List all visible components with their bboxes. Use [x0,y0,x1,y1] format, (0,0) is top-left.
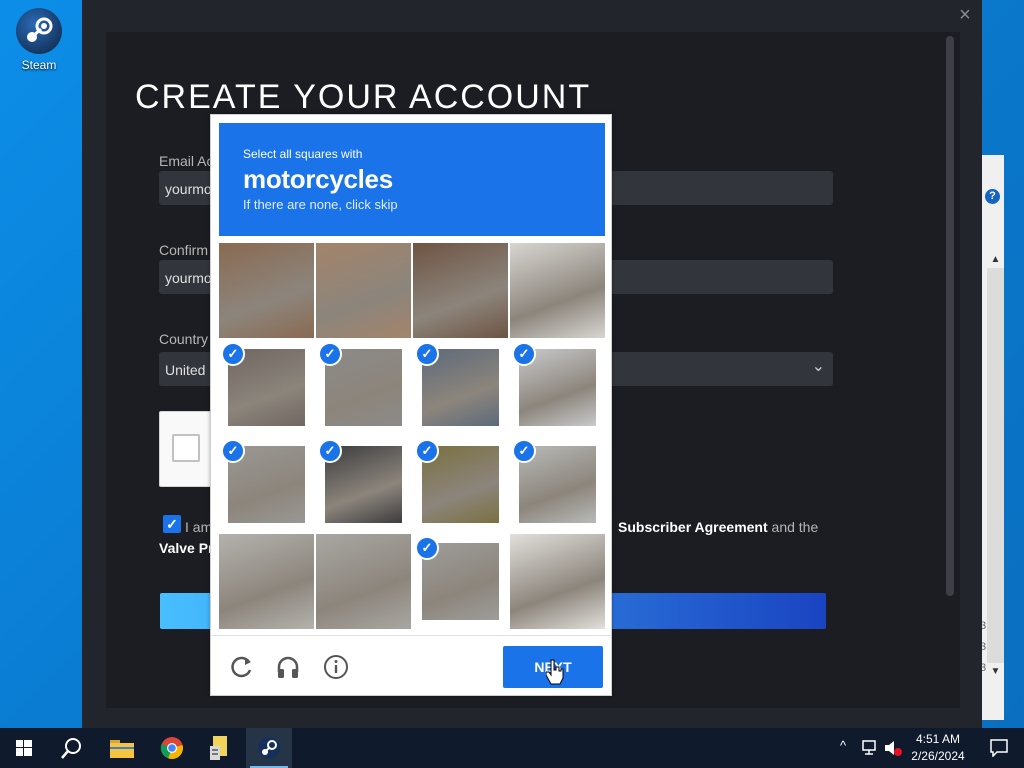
confirm-email-label: Confirm [159,242,209,258]
country-value: United [165,362,206,378]
steam-icon [258,737,280,759]
challenge-tile[interactable] [316,534,411,629]
start-button[interactable] [0,728,46,768]
panel-scrollbar[interactable] [946,36,954,596]
chrome-icon [160,737,183,760]
taskbar: ^ 4:51 AM 2/26/2024 [0,728,1024,768]
clock-date: 2/26/2024 [911,749,965,763]
challenge-tile[interactable]: ✓ [510,340,605,435]
challenge-tile[interactable] [316,243,411,338]
taskbar-app[interactable] [197,728,243,768]
reload-icon[interactable] [229,654,255,680]
steam-icon [16,8,62,54]
desktop-shortcut-label: Steam [21,58,57,72]
tile-image [316,243,411,338]
network-icon [862,740,876,755]
clock-time: 4:51 AM [915,732,961,746]
agreement-text-link-line: Subscriber Agreement and the [618,519,818,535]
taskbar-steam[interactable] [246,728,292,768]
tile-image [316,534,411,629]
tile-selected-check-icon: ✓ [318,342,342,366]
tile-image [510,243,605,338]
challenge-tile[interactable] [219,243,314,338]
action-center-button[interactable] [976,728,1022,768]
challenge-tile[interactable]: ✓ [413,534,508,629]
close-button[interactable]: × [956,5,974,25]
chevron-up-icon[interactable]: ^ [840,738,846,753]
folder-icon [110,740,134,758]
agreement-text-suffix: and the [771,519,819,535]
search-icon [61,738,81,759]
challenge-instruction: Select all squares with [243,147,363,161]
windows-logo-icon [16,740,32,756]
email-label: Email Ac [159,153,214,169]
challenge-header: Select all squares with motorcycles If t… [219,123,605,236]
tile-selected-check-icon: ✓ [512,342,536,366]
agreement-text-line2: Valve Pr [159,540,214,556]
scroll-down-icon[interactable]: ▼ [987,663,1004,680]
tile-image [510,534,605,629]
notification-icon [990,739,1008,757]
challenge-tile[interactable] [510,243,605,338]
country-label: Country [159,331,209,347]
challenge-tile[interactable] [510,534,605,629]
scrollbar[interactable] [987,268,1004,663]
tile-image [413,243,508,338]
tile-selected-check-icon: ✓ [415,342,439,366]
system-tray: ^ [838,728,902,768]
challenge-tile[interactable]: ✓ [219,437,314,532]
challenge-tile[interactable]: ✓ [316,437,411,532]
hand-cursor-icon [545,659,564,690]
challenge-tile[interactable]: ✓ [413,437,508,532]
document-icon [210,736,227,760]
taskbar-file-explorer[interactable] [99,728,145,768]
info-icon[interactable] [323,654,349,680]
captcha-challenge-popup: Select all squares with motorcycles If t… [210,114,612,696]
challenge-tile[interactable]: ✓ [219,340,314,435]
agreement-text-prefix: I am [185,519,213,535]
tile-image [219,243,314,338]
tile-image [219,534,314,629]
challenge-tile[interactable] [413,243,508,338]
scroll-up-icon[interactable]: ▲ [987,251,1004,268]
taskbar-chrome[interactable] [149,728,195,768]
page-title: CREATE YOUR ACCOUNT [135,78,592,116]
challenge-tile[interactable] [219,534,314,629]
agreement-checkbox[interactable]: ✓ [163,515,181,533]
tile-selected-check-icon: ✓ [221,342,245,366]
search-button[interactable] [48,728,94,768]
tile-selected-check-icon: ✓ [318,439,342,463]
desktop-shortcut-steam[interactable]: Steam [8,8,70,72]
challenge-hint: If there are none, click skip [243,197,398,212]
help-icon[interactable]: ? [985,189,1000,204]
tile-selected-check-icon: ✓ [415,439,439,463]
recaptcha-checkbox[interactable] [172,434,200,462]
tile-selected-check-icon: ✓ [512,439,536,463]
challenge-tile[interactable]: ✓ [510,437,605,532]
valve-privacy-link[interactable]: Valve Pr [159,540,214,556]
clock[interactable]: 4:51 AM 2/26/2024 [898,731,978,765]
tile-selected-check-icon: ✓ [221,439,245,463]
tile-selected-check-icon: ✓ [415,536,439,560]
challenge-image-grid: ✓ ✓ ✓ ✓ ✓ ✓ ✓ ✓ ✓ [219,243,605,629]
headphones-icon[interactable] [275,654,301,680]
challenge-tile[interactable]: ✓ [413,340,508,435]
challenge-tile[interactable]: ✓ [316,340,411,435]
subscriber-agreement-link[interactable]: Subscriber Agreement [618,519,768,535]
challenge-target: motorcycles [243,164,393,194]
